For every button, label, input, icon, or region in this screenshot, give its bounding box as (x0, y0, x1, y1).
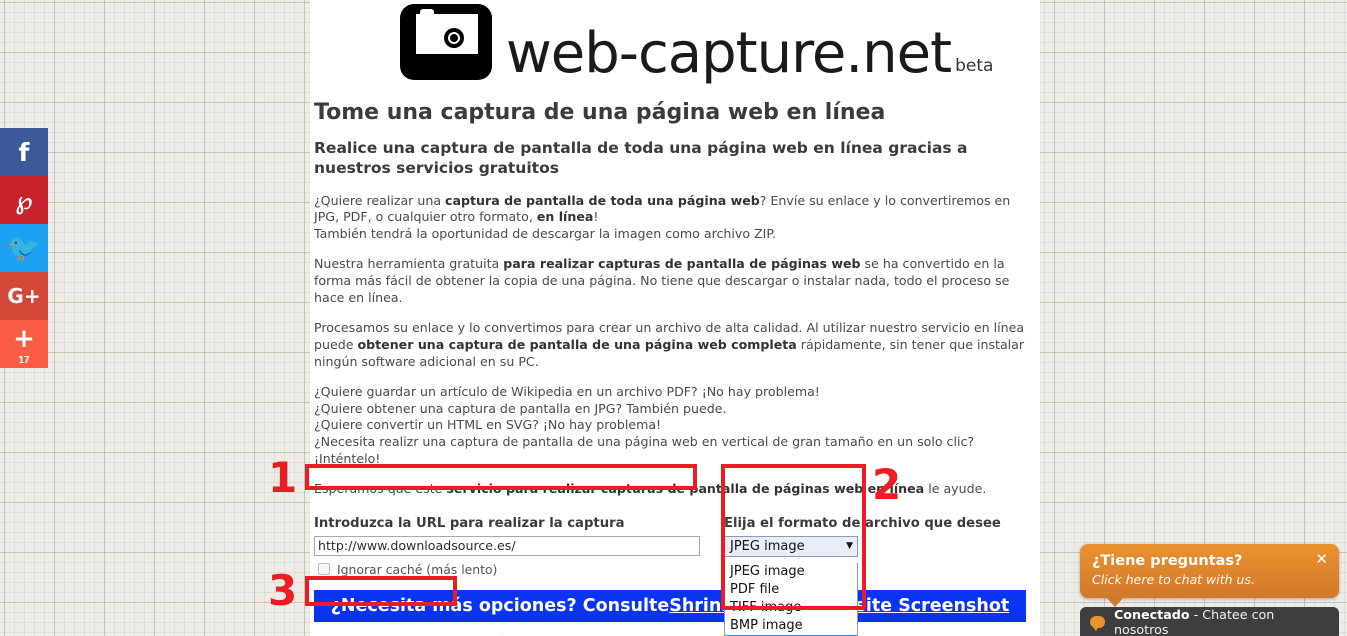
paragraph-closing: Esperamos que este servicio para realiza… (314, 481, 1026, 498)
url-input[interactable] (314, 535, 700, 556)
format-selected-value: JPEG image (730, 538, 805, 554)
paragraph-use-cases: ¿Quiere guardar un artículo de Wikipedia… (314, 384, 1026, 467)
capture-form: Introduzca la URL para realizar la captu… (314, 515, 1026, 636)
social-button-google-plus[interactable]: G+ (0, 272, 48, 320)
annotation-number-1: 1 (268, 453, 298, 502)
chat-bubble-icon (1090, 615, 1105, 631)
format-option[interactable]: TIFF image (725, 599, 857, 617)
format-select[interactable]: JPEG image ▼ (724, 535, 858, 557)
format-option[interactable]: JPEG image (725, 563, 857, 581)
chat-status-bold: Conectado (1114, 606, 1190, 622)
p2-b: para realizar capturas de pantalla de pá… (503, 256, 861, 272)
paragraph-tool: Nuestra herramienta gratuita para realiz… (314, 256, 1026, 306)
format-field-label: Elija el formato de archivo que desee (724, 515, 1001, 531)
page-subtitle: Realice una captura de pantalla de toda … (314, 139, 968, 177)
p5-b: servicio para realizar capturas de panta… (446, 481, 925, 497)
p1-e: ! (593, 209, 599, 225)
close-icon[interactable]: ✕ (1315, 552, 1328, 567)
p4-line3: ¿Quiere convertir un HTML en SVG? ¡No ha… (314, 417, 662, 433)
chat-invite-title: ¿Tiene preguntas? (1092, 553, 1243, 569)
p1-a: ¿Quiere realizar una (314, 192, 446, 208)
chat-invite-bubble[interactable]: ¿Tiene preguntas? ✕ Click here to chat w… (1080, 544, 1339, 607)
p2-a: Nuestra herramienta gratuita (314, 256, 504, 272)
chat-status-bar[interactable]: Conectado - Chatee con nosotros (1080, 607, 1339, 636)
google-plus-icon: G+ (7, 284, 41, 308)
paragraph-intro: ¿Quiere realizar una captura de pantalla… (314, 193, 1026, 243)
page-title: Tome una captura de una página web en lí… (314, 100, 886, 125)
social-button-share-more[interactable]: + 17 (0, 320, 48, 368)
facebook-icon: f (18, 137, 30, 167)
site-logo[interactable]: web-capture.net beta (310, 0, 1040, 86)
plus-icon: + (13, 324, 35, 354)
camera-icon (400, 4, 492, 80)
chat-invite-subtitle: Click here to chat with us. (1092, 572, 1255, 587)
ignore-cache-row[interactable]: Ignorar caché (más lento) (318, 562, 718, 577)
annotation-number-2: 2 (872, 460, 902, 509)
pinterest-icon: ℘ (15, 185, 33, 215)
format-option[interactable]: PDF file (725, 581, 857, 599)
annotation-number-3: 3 (268, 566, 298, 615)
p3-b: obtener una captura de pantalla de una p… (357, 336, 797, 352)
social-button-pinterest[interactable]: ℘ (0, 176, 48, 224)
share-count: 17 (18, 355, 30, 366)
p1-line2: También tendrá la oportunidad de descarg… (314, 225, 777, 241)
p1-b: captura de pantalla de toda una página w… (445, 192, 760, 208)
paragraph-quality: Procesamos su enlace y lo convertimos pa… (314, 320, 1026, 370)
promo-text-before: ¿Necesita más opciones? Consulte (330, 595, 670, 616)
p5-c: le ayude. (924, 481, 987, 497)
social-button-twitter[interactable]: 🐦 (0, 224, 48, 272)
camera-lens-icon (444, 28, 464, 48)
logo-beta-tag: beta (955, 56, 994, 76)
twitter-icon: 🐦 (7, 232, 41, 264)
url-field-group: Introduzca la URL para realizar la captu… (314, 516, 718, 577)
url-field-label: Introduzca la URL para realizar la captu… (314, 515, 625, 531)
ignore-cache-label: Ignorar caché (más lento) (337, 561, 498, 577)
format-field-group: Elija el formato de archivo que desee JP… (724, 515, 1001, 636)
format-options-list[interactable]: JPEG imagePDF fileTIFF imageBMP imagePNG… (724, 562, 858, 636)
chat-widget: ¿Tiene preguntas? ✕ Click here to chat w… (1080, 544, 1339, 636)
chat-status-text: Conectado - Chatee con nosotros (1114, 607, 1329, 636)
main-content-column: web-capture.net beta Tome una captura de… (310, 0, 1040, 636)
logo-wordmark: web-capture.net (506, 20, 952, 86)
p5-a: Esperamos que este (314, 481, 447, 497)
p1-d: en línea (536, 209, 594, 225)
p4-line1: ¿Quiere guardar un artículo de Wikipedia… (314, 384, 820, 400)
chevron-down-icon: ▼ (846, 541, 853, 552)
p4-line2: ¿Quiere obtener una captura de pantalla … (314, 400, 727, 416)
social-button-facebook[interactable]: f (0, 128, 48, 176)
ignore-cache-checkbox[interactable] (318, 563, 330, 576)
social-share-rail: f ℘ 🐦 G+ + 17 (0, 128, 48, 368)
format-option[interactable]: BMP image (725, 617, 857, 635)
promo-banner[interactable]: ¿Necesita más opciones? Consulte ShrinkT… (314, 589, 1026, 622)
